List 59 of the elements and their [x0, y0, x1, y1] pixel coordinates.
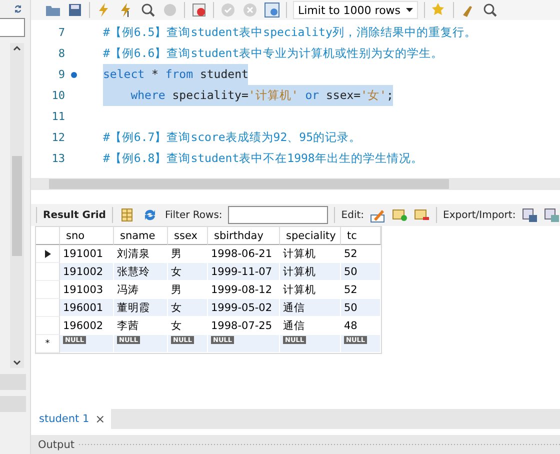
table-cell: 计算机	[280, 263, 341, 280]
line-number: 11	[50, 110, 65, 123]
check-icon[interactable]	[220, 2, 236, 18]
column-header[interactable]: speciality	[280, 227, 341, 245]
magnifier-icon[interactable]	[140, 2, 156, 18]
grid-icon[interactable]	[118, 207, 135, 223]
line-number: 13	[50, 152, 65, 165]
column-header[interactable]: sname	[114, 227, 168, 245]
table-cell: 50	[341, 299, 381, 316]
code-line: #【例6.7】查询score表成绩为92、95的记录。	[103, 129, 362, 146]
table-cell: 通信	[280, 299, 341, 316]
line-number: 7	[57, 26, 65, 39]
filter-label: Filter Rows:	[164, 210, 222, 220]
output-title: Output	[38, 438, 74, 450]
horizontal-scrollbar[interactable]	[31, 178, 560, 190]
input-field[interactable]	[0, 18, 25, 37]
pencil-icon[interactable]	[370, 207, 386, 223]
table-cell: 50	[341, 263, 381, 280]
dropdown-caret-icon[interactable]	[406, 8, 413, 12]
result-grid-label[interactable]: Result Grid	[43, 210, 106, 220]
table-cell: 1999-05-02	[208, 299, 280, 316]
table-cell: 女	[168, 299, 208, 316]
row-limit-select[interactable]: Limit to 1000 rows	[293, 1, 418, 19]
line-number: 8	[57, 47, 65, 60]
close-icon[interactable]: ×	[95, 412, 106, 426]
table-cell: 张慧玲	[114, 263, 168, 280]
table-cell: 董明霞	[114, 299, 168, 316]
import-icon[interactable]	[544, 207, 560, 223]
column-header[interactable]: ssex	[168, 227, 208, 245]
column-header[interactable]: sbirthday	[208, 227, 280, 245]
delete-row-icon[interactable]	[414, 207, 430, 223]
edit-label: Edit:	[341, 210, 364, 220]
table-cell: 女	[168, 263, 208, 280]
scrollbar[interactable]	[10, 43, 24, 368]
code-line: #【例6.5】查询student表中speciality列，消除结果中的重复行。	[103, 24, 476, 41]
current-row-icon	[44, 250, 50, 258]
code-line: #【例6.6】查询student表中专业为计算机或性别为女的学生。	[103, 45, 444, 62]
result-tab[interactable]: student 1 ×	[31, 409, 112, 429]
table-cell: 191002	[60, 263, 114, 280]
refresh-icon[interactable]	[13, 4, 23, 14]
table-cell: 196001	[60, 299, 114, 316]
line-number: 10	[50, 89, 65, 102]
new-row-marker: *	[36, 335, 60, 353]
line-number: 12	[50, 131, 65, 144]
column-header[interactable]: sno	[60, 227, 114, 245]
export-import-label: Export/Import:	[443, 210, 516, 220]
code-line: #【例6.8】查询student表中不在1998年出生的学生情况。	[103, 150, 423, 167]
scroll-down-icon[interactable]	[12, 358, 22, 368]
table-cell: 1999-11-07	[208, 263, 280, 280]
line-number: 9	[57, 68, 65, 81]
row-header[interactable]	[36, 245, 60, 263]
save-icon[interactable]	[67, 2, 83, 18]
scroll-up-icon[interactable]	[12, 43, 22, 53]
export-icon[interactable]	[522, 207, 538, 223]
scrollbar-thumb[interactable]	[12, 156, 22, 256]
filter-field[interactable]	[228, 206, 328, 224]
add-row-icon[interactable]	[392, 207, 408, 223]
zoom-icon[interactable]	[482, 2, 498, 18]
column-header[interactable]: tc	[341, 227, 381, 245]
